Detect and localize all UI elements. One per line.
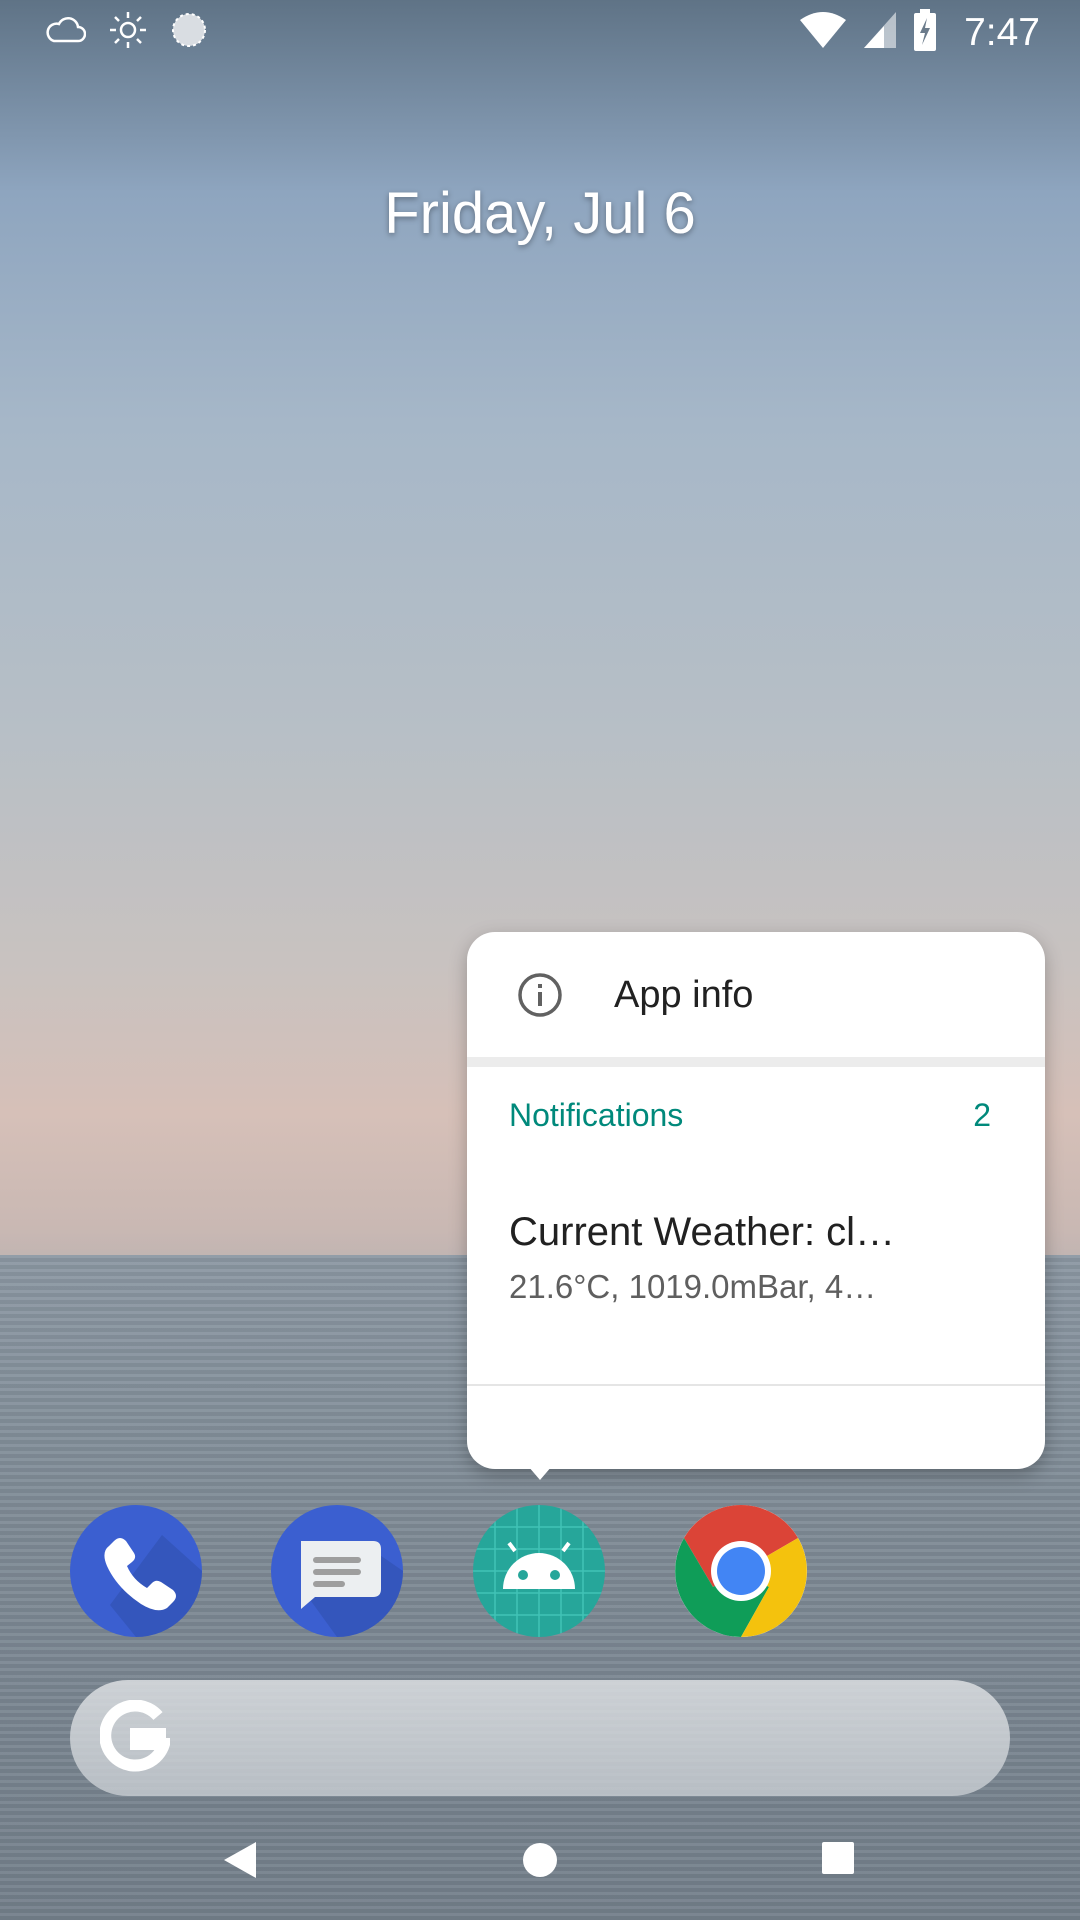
notifications-count: 2 xyxy=(973,1097,991,1133)
home-date[interactable]: Friday, Jul 6 xyxy=(0,180,1080,247)
chrome-app-icon[interactable] xyxy=(675,1505,807,1637)
messages-app-icon[interactable] xyxy=(271,1505,403,1637)
status-clock: 7:47 xyxy=(964,10,1040,54)
notification-text: 21.6°C, 1019.0mBar, 4… xyxy=(509,1268,877,1305)
cell-signal-icon xyxy=(862,10,898,55)
android-app-icon[interactable] xyxy=(473,1505,605,1637)
app-info-label: App info xyxy=(614,974,754,1016)
app-shortcut-popup: App info Notifications 2 Current Weather… xyxy=(467,932,1045,1469)
wifi-icon xyxy=(798,10,848,55)
phone-app-icon[interactable] xyxy=(70,1505,202,1637)
brightness-icon xyxy=(108,10,148,55)
google-search-bar[interactable] xyxy=(70,1680,1010,1796)
divider xyxy=(467,1057,1045,1067)
navigation-bar xyxy=(0,1820,1080,1920)
sync-icon xyxy=(170,11,208,54)
back-icon[interactable] xyxy=(222,1840,258,1885)
notifications-header: Notifications xyxy=(509,1097,684,1133)
cloud-icon xyxy=(44,15,87,50)
app-info-item[interactable]: App info xyxy=(467,932,1045,1057)
info-icon xyxy=(517,972,563,1023)
divider xyxy=(467,1384,1045,1386)
home-button-icon[interactable] xyxy=(520,1840,560,1885)
notification-title: Current Weather: cl… xyxy=(509,1210,896,1254)
status-bar: 7:47 xyxy=(0,0,1080,64)
battery-charging-icon xyxy=(912,8,938,57)
recents-icon[interactable] xyxy=(820,1840,856,1881)
google-g-icon xyxy=(99,1699,173,1781)
popup-arrow xyxy=(528,1466,552,1480)
